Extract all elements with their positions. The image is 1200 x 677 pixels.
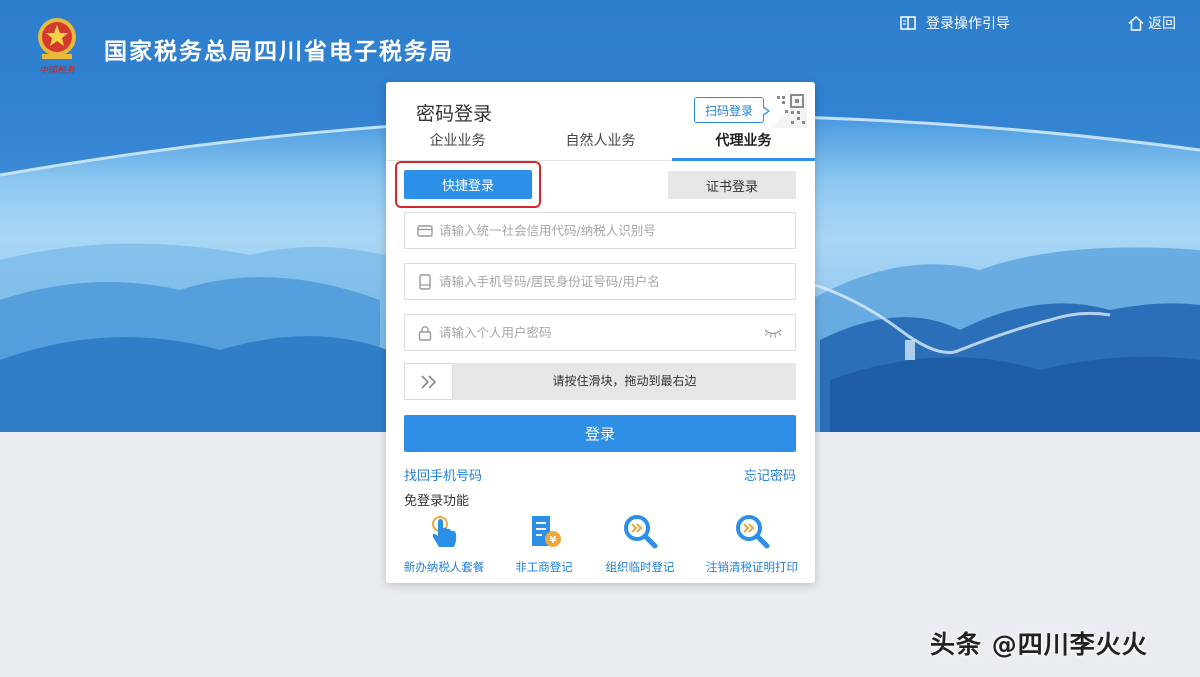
lock-icon: [418, 326, 432, 341]
recover-phone-link[interactable]: 找回手机号码: [404, 465, 482, 484]
slider-instruction: 请按住滑块，拖动到最右边: [552, 374, 697, 388]
tab-enterprise[interactable]: 企业业务: [386, 128, 529, 160]
login-guide-link[interactable]: 登录操作引导: [900, 13, 1010, 33]
new-taxpayer-package-link[interactable]: 新办纳税人套餐: [404, 512, 484, 575]
login-submit-button[interactable]: 登录: [404, 415, 796, 452]
watermark-text: 头条 @四川李火火: [930, 630, 1148, 659]
svg-text:¥: ¥: [550, 535, 557, 546]
site-title: 国家税务总局四川省电子税务局: [104, 39, 454, 65]
home-icon: [1128, 15, 1144, 31]
document-yuan-icon: ¥: [532, 516, 561, 547]
new-taxpayer-package-label: 新办纳税人套餐: [403, 560, 485, 574]
non-business-registration-label: 非工商登记: [515, 560, 573, 574]
tax-clearance-print-link[interactable]: 注销清税证明打印: [704, 512, 800, 575]
magnifier-icon: [736, 515, 770, 549]
forgot-password-link[interactable]: 忘记密码: [744, 465, 796, 484]
scan-login-button[interactable]: 扫码登录: [694, 97, 770, 123]
id-card-icon: [417, 225, 433, 237]
top-header: 中国税务 国家税务总局四川省电子税务局 登录操作引导 返回: [0, 0, 1200, 80]
svg-text:中国税务: 中国税务: [39, 65, 76, 76]
login-card: 密码登录 扫码登录 企业业务 自然人业务 代理业务 快捷登录 证书登录 请输入统…: [386, 82, 815, 583]
tab-individual[interactable]: 自然人业务: [529, 128, 672, 160]
double-chevron-right-icon: [420, 374, 436, 389]
magnifier-icon: [624, 515, 658, 549]
slider-handle[interactable]: [404, 363, 453, 400]
phone-icon: [419, 274, 431, 290]
temp-org-registration-label: 组织临时登记: [605, 560, 675, 574]
slide-verify-track: 请按住滑块，拖动到最右边: [404, 363, 796, 400]
credit-code-input[interactable]: [439, 213, 759, 248]
eye-closed-icon[interactable]: [763, 327, 783, 339]
non-business-registration-link[interactable]: ¥ 非工商登记: [512, 512, 576, 575]
login-title: 密码登录: [416, 103, 493, 125]
certificate-login-button[interactable]: 证书登录: [668, 171, 796, 199]
business-tabs: 企业业务 自然人业务 代理业务: [386, 128, 815, 161]
password-field: [404, 314, 796, 351]
account-input[interactable]: [439, 264, 759, 299]
password-input[interactable]: [439, 315, 759, 350]
tab-agency[interactable]: 代理业务: [672, 128, 815, 160]
back-label: 返回: [1148, 16, 1176, 32]
tax-emblem-logo: 中国税务: [38, 18, 76, 76]
hand-pointer-icon: [432, 516, 457, 547]
book-icon: [900, 16, 916, 30]
account-field: [404, 263, 796, 300]
tax-clearance-print-label: 注销清税证明打印: [706, 560, 798, 574]
qr-code-icon[interactable]: [771, 92, 807, 128]
active-tab-indicator: [672, 158, 815, 161]
back-link[interactable]: 返回: [1128, 13, 1176, 33]
credit-code-field: [404, 212, 796, 249]
temp-org-registration-link[interactable]: 组织临时登记: [604, 512, 676, 575]
login-guide-label: 登录操作引导: [926, 16, 1010, 32]
quick-login-button[interactable]: 快捷登录: [404, 170, 532, 199]
free-login-section-title: 免登录功能: [404, 494, 470, 509]
